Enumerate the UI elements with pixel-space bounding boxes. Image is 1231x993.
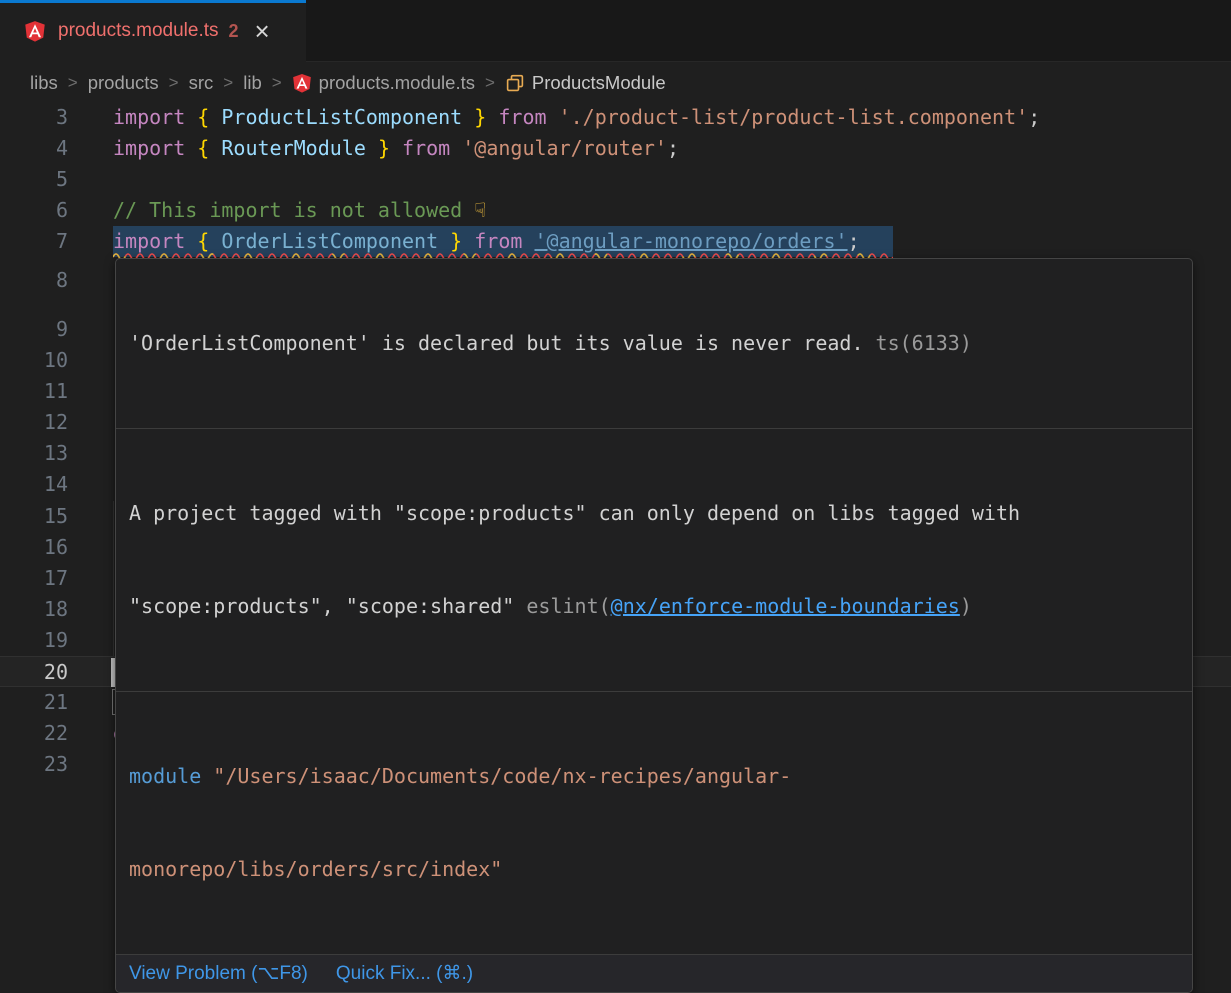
code-text[interactable]: // This import is not allowed ☟ [113,195,486,226]
line-number: 18 [0,594,68,625]
line-number: 22 [0,718,68,749]
hover-eslint-error: A project tagged with "scope:products" c… [116,428,1192,691]
code-text[interactable]: import { ProductListComponent } from './… [113,102,1040,133]
hover-link[interactable]: @nx/enforce-module-boundaries [611,594,960,618]
code-line-3: 3 import { ProductListComponent } from '… [0,102,1231,133]
line-number: 19 [0,625,68,656]
line-number: 16 [0,532,68,563]
line-number: 3 [0,102,68,133]
hover-line: "scope:products", "scope:shared" eslint(… [129,591,1192,622]
line-number: 4 [0,133,68,164]
line-number: 11 [0,376,68,407]
hover-line: monorepo/libs/orders/src/index" [129,854,1192,885]
quick-fix-button[interactable]: Quick Fix... (⌘.) [336,962,473,985]
line-number: 13 [0,438,68,469]
line-number: 15 [0,501,68,532]
line-number: 9 [0,314,68,345]
line-number: 17 [0,563,68,594]
hover-ts-error: 'OrderListComponent' is declared but its… [116,259,1192,428]
line-number: 12 [0,407,68,438]
hover-line: 'OrderListComponent' is declared but its… [129,328,1192,359]
line-number: 14 [0,469,68,500]
code-text[interactable]: import { RouterModule } from '@angular/r… [113,133,679,164]
line-number: 8 [0,265,68,296]
code-line-5: 5 [0,164,1231,195]
hover-line: module "/Users/isaac/Documents/code/nx-r… [129,761,1192,792]
line-number: 20 [0,657,68,688]
hover-actions: View Problem (⌥F8) Quick Fix... (⌘.) [116,954,1192,992]
line-number: 10 [0,345,68,376]
code-line-4: 4 import { RouterModule } from '@angular… [0,133,1231,164]
hover-popup: 'OrderListComponent' is declared but its… [115,258,1193,993]
hover-line: A project tagged with "scope:products" c… [129,498,1192,529]
code-line-6: 6 // This import is not allowed ☟ [0,195,1231,226]
line-number: 23 [0,749,68,780]
line-number: 21 [0,687,68,718]
view-problem-button[interactable]: View Problem (⌥F8) [129,962,308,985]
line-number: 7 [0,226,68,257]
hover-module-path: module "/Users/isaac/Documents/code/nx-r… [116,691,1192,954]
line-number: 6 [0,195,68,226]
code-line-7: 7 import { OrderListComponent } from '@a… [0,226,1231,257]
line-number: 5 [0,164,68,195]
